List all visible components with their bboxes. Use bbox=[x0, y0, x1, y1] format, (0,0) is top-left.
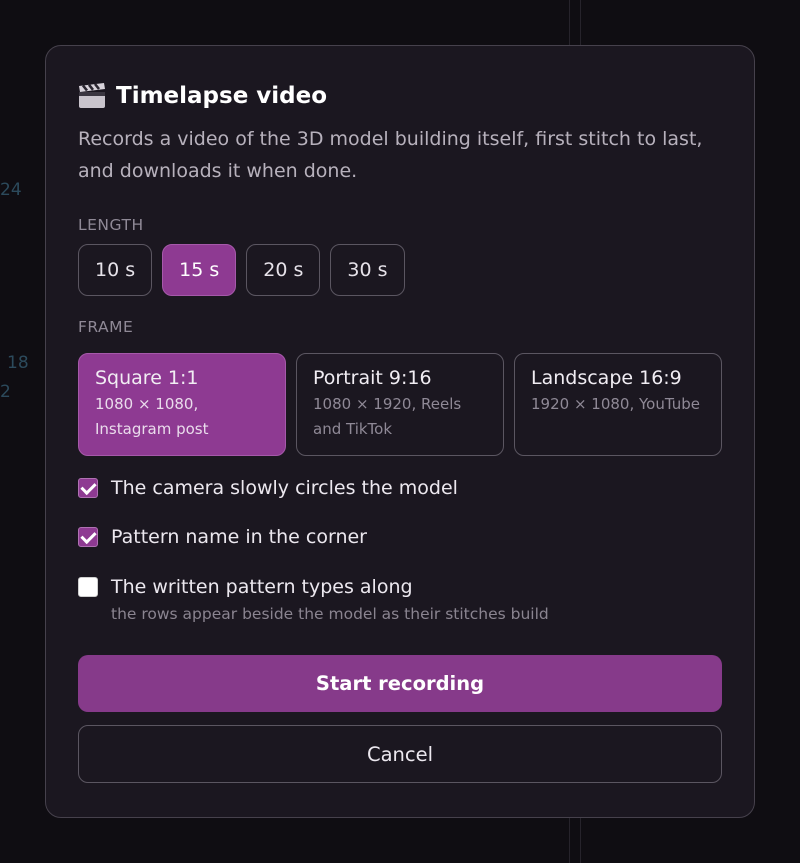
length-option-20s[interactable]: 20 s bbox=[246, 244, 321, 296]
frame-options: Square 1:1 1080 × 1080, Instagram post P… bbox=[78, 353, 722, 456]
start-recording-button[interactable]: Start recording bbox=[78, 655, 722, 712]
option-label: The written pattern types along bbox=[111, 576, 413, 598]
frame-option-desc: 1080 × 1080, Instagram post bbox=[95, 395, 209, 438]
length-option-30s[interactable]: 30 s bbox=[330, 244, 405, 296]
frame-option-name: Portrait 9:16 bbox=[313, 367, 432, 389]
option-pattern-name[interactable]: Pattern name in the corner bbox=[78, 525, 722, 549]
frame-option-portrait[interactable]: Portrait 9:16 1080 × 1920, Reels and Tik… bbox=[296, 353, 504, 456]
camera-circle-checkbox[interactable] bbox=[78, 478, 98, 498]
background-number: 2 bbox=[0, 382, 11, 402]
option-sublabel: the rows appear beside the model as thei… bbox=[111, 605, 549, 623]
dialog-description: Records a video of the 3D model building… bbox=[78, 128, 703, 182]
option-written-pattern[interactable]: The written pattern types along the rows… bbox=[78, 575, 722, 623]
option-label: The camera slowly circles the model bbox=[111, 477, 458, 499]
cancel-button[interactable]: Cancel bbox=[78, 725, 722, 783]
length-options: 10 s 15 s 20 s 30 s bbox=[78, 244, 722, 296]
length-label: LENGTH bbox=[78, 216, 144, 234]
length-option-15s[interactable]: 15 s bbox=[162, 244, 237, 296]
written-pattern-checkbox[interactable] bbox=[78, 577, 98, 597]
length-option-10s[interactable]: 10 s bbox=[78, 244, 153, 296]
dialog-header: Timelapse video bbox=[78, 79, 722, 113]
frame-option-desc: 1920 × 1080, YouTube bbox=[531, 395, 700, 413]
timelapse-dialog: Timelapse video Records a video of the 3… bbox=[45, 45, 755, 818]
option-label: Pattern name in the corner bbox=[111, 526, 367, 548]
background-number: 18 bbox=[7, 353, 29, 373]
frame-option-desc: 1080 × 1920, Reels and TikTok bbox=[313, 395, 462, 438]
frame-label: FRAME bbox=[78, 318, 134, 336]
frame-option-name: Square 1:1 bbox=[95, 367, 199, 389]
clapperboard-icon bbox=[78, 83, 106, 109]
background-number: 24 bbox=[0, 180, 22, 200]
pattern-name-checkbox[interactable] bbox=[78, 527, 98, 547]
dialog-title: Timelapse video bbox=[116, 83, 328, 109]
frame-option-square[interactable]: Square 1:1 1080 × 1080, Instagram post bbox=[78, 353, 286, 456]
frame-option-name: Landscape 16:9 bbox=[531, 367, 682, 389]
option-camera-circle[interactable]: The camera slowly circles the model bbox=[78, 476, 722, 500]
frame-option-landscape[interactable]: Landscape 16:9 1920 × 1080, YouTube bbox=[514, 353, 722, 456]
